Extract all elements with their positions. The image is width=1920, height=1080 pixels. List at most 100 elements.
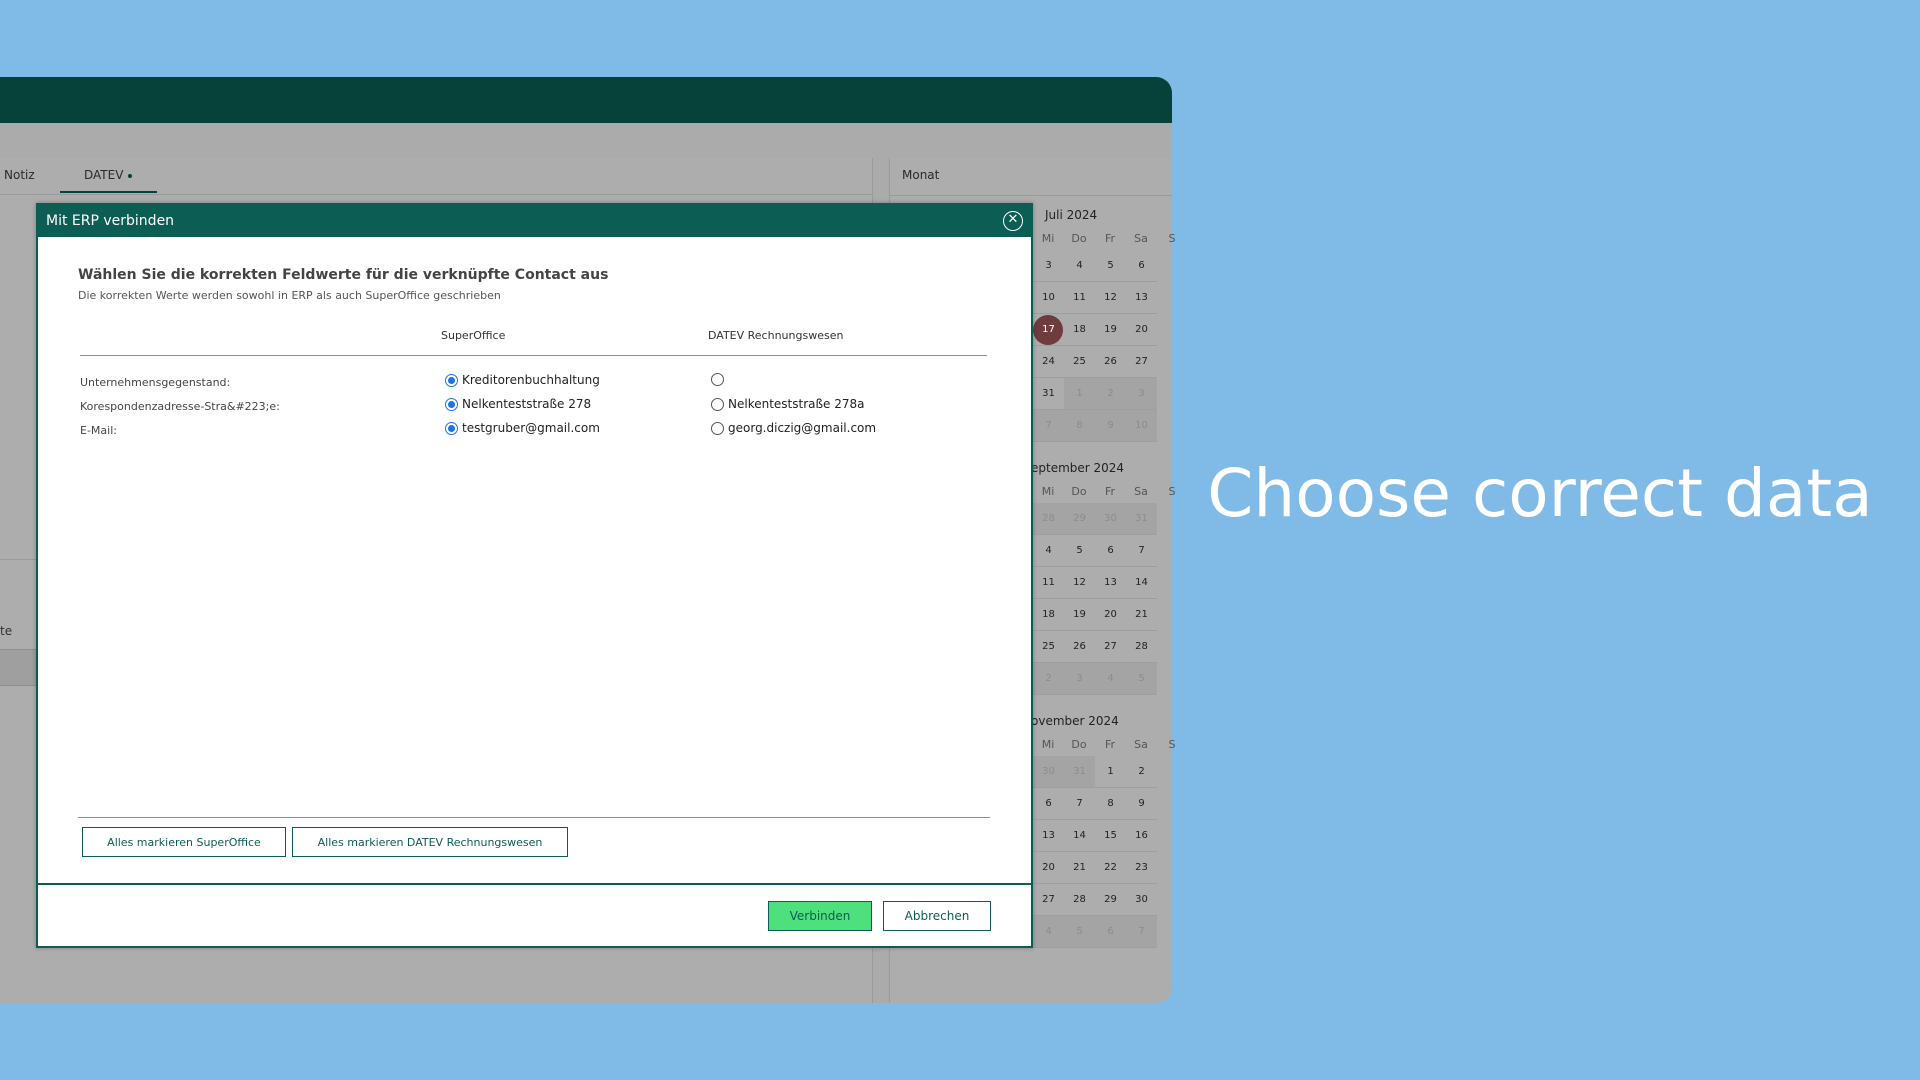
calendar-day[interactable]: 5 — [1126, 663, 1157, 695]
calendar-day[interactable]: 13 — [1033, 820, 1064, 852]
calendar-day[interactable]: 8 — [1064, 410, 1095, 442]
calendar-day[interactable]: 3 — [1033, 250, 1064, 282]
calendar-day[interactable]: 4 — [1033, 916, 1064, 948]
calendar-day[interactable]: 3 — [1064, 663, 1095, 695]
radio-selected-icon[interactable] — [445, 421, 458, 435]
list-row[interactable] — [0, 649, 40, 686]
calendar-day[interactable]: 20 — [1126, 314, 1157, 346]
calendar-day[interactable]: 25 — [1064, 346, 1095, 378]
cancel-button[interactable]: Abbrechen — [883, 901, 991, 931]
calendar-day[interactable]: 6 — [1095, 916, 1126, 948]
calendar-day[interactable]: 7 — [1126, 916, 1157, 948]
close-icon[interactable]: ✕ — [1003, 211, 1023, 231]
calendar-day[interactable]: 14 — [1126, 567, 1157, 599]
option-superoffice-strasse[interactable]: Nelkenteststraße 278 — [445, 397, 591, 411]
calendar-day[interactable]: 9 — [1095, 410, 1126, 442]
calendar-day[interactable]: 2 — [1126, 756, 1157, 788]
option-datev-strasse[interactable]: Nelkenteststraße 278a — [711, 397, 865, 411]
radio-icon[interactable] — [711, 421, 724, 435]
calendar-day[interactable]: 7 — [1064, 788, 1095, 820]
calendar-day[interactable]: 25 — [1033, 631, 1064, 663]
calendar-day[interactable]: 26 — [1064, 631, 1095, 663]
tab-datev[interactable]: DATEV — [84, 168, 133, 182]
radio-icon[interactable] — [711, 397, 724, 411]
calendar-day[interactable]: 15 — [1095, 820, 1126, 852]
calendar-day[interactable]: 28 — [1126, 631, 1157, 663]
calendar-day[interactable]: 13 — [1126, 282, 1157, 314]
radio-selected-icon[interactable] — [445, 397, 458, 411]
calendar-day[interactable]: 21 — [1064, 852, 1095, 884]
calendar-day[interactable]: 11 — [1033, 567, 1064, 599]
calendar-day[interactable]: 29 — [1095, 884, 1126, 916]
calendar-day[interactable]: 17 — [1033, 314, 1064, 346]
radio-selected-icon[interactable] — [445, 373, 458, 387]
calendar-weekday: Fr — [1104, 485, 1116, 498]
mark-all-datev-button[interactable]: Alles markieren DATEV Rechnungswesen — [292, 827, 568, 857]
calendar-day[interactable]: 30 — [1033, 756, 1064, 788]
calendar-day[interactable]: 1 — [1095, 756, 1126, 788]
calendar-day[interactable]: 18 — [1033, 599, 1064, 631]
connect-button[interactable]: Verbinden — [768, 901, 872, 931]
calendar-day[interactable]: 8 — [1095, 788, 1126, 820]
mark-all-superoffice-button[interactable]: Alles markieren SuperOffice — [82, 827, 286, 857]
calendar-day[interactable]: 31 — [1033, 378, 1064, 410]
calendar-day[interactable]: 2 — [1033, 663, 1064, 695]
calendar-day[interactable]: 7 — [1033, 410, 1064, 442]
option-value: georg.diczig@gmail.com — [728, 421, 877, 435]
calendar-day[interactable]: 5 — [1064, 535, 1095, 567]
column-header-datev: DATEV Rechnungswesen — [708, 329, 844, 342]
calendar-day[interactable]: 26 — [1095, 346, 1126, 378]
calendar-day[interactable]: 12 — [1095, 282, 1126, 314]
calendar-day[interactable]: 6 — [1033, 788, 1064, 820]
calendar-day[interactable]: 19 — [1064, 599, 1095, 631]
calendar-day[interactable]: 9 — [1126, 788, 1157, 820]
calendar-day[interactable]: 20 — [1033, 852, 1064, 884]
calendar-day[interactable]: 14 — [1064, 820, 1095, 852]
radio-icon[interactable] — [711, 373, 724, 386]
dialog-footer-divider — [38, 883, 1031, 885]
calendar-day[interactable]: 16 — [1126, 820, 1157, 852]
option-value: Nelkenteststraße 278a — [728, 397, 865, 411]
calendar-day[interactable]: 6 — [1126, 250, 1157, 282]
calendar-day[interactable]: 4 — [1095, 663, 1126, 695]
calendar-day[interactable]: 27 — [1126, 346, 1157, 378]
calendar-day[interactable]: 6 — [1095, 535, 1126, 567]
calendar-day[interactable]: 27 — [1095, 631, 1126, 663]
calendar-day[interactable]: 27 — [1033, 884, 1064, 916]
calendar-day[interactable]: 3 — [1126, 378, 1157, 410]
calendar-day[interactable]: 28 — [1033, 503, 1064, 535]
calendar-view-label[interactable]: Monat — [902, 168, 939, 182]
option-datev-unternehmensgegenstand[interactable] — [711, 373, 728, 386]
calendar-weekday: Do — [1071, 232, 1087, 245]
calendar-day[interactable]: 30 — [1095, 503, 1126, 535]
calendar-day[interactable]: 11 — [1064, 282, 1095, 314]
calendar-day[interactable]: 7 — [1126, 535, 1157, 567]
calendar-day[interactable]: 20 — [1095, 599, 1126, 631]
calendar-day[interactable]: 18 — [1064, 314, 1095, 346]
calendar-day[interactable]: 13 — [1095, 567, 1126, 599]
calendar-day[interactable]: 10 — [1126, 410, 1157, 442]
calendar-day[interactable]: 4 — [1033, 535, 1064, 567]
option-datev-email[interactable]: georg.diczig@gmail.com — [711, 421, 876, 435]
tab-notiz[interactable]: Notiz — [4, 168, 35, 182]
calendar-day[interactable]: 29 — [1064, 503, 1095, 535]
calendar-day[interactable]: 31 — [1064, 756, 1095, 788]
calendar-day[interactable]: 1 — [1064, 378, 1095, 410]
calendar-day[interactable]: 22 — [1095, 852, 1126, 884]
calendar-day[interactable]: 21 — [1126, 599, 1157, 631]
calendar-day[interactable]: 31 — [1126, 503, 1157, 535]
calendar-day[interactable]: 19 — [1095, 314, 1126, 346]
calendar-day[interactable]: 5 — [1095, 250, 1126, 282]
calendar-day[interactable]: 5 — [1064, 916, 1095, 948]
calendar-day[interactable]: 23 — [1126, 852, 1157, 884]
calendar-day[interactable]: 30 — [1126, 884, 1157, 916]
calendar-day[interactable]: 12 — [1064, 567, 1095, 599]
calendar-day[interactable]: 24 — [1033, 346, 1064, 378]
calendar-weekday: Sa — [1134, 485, 1148, 498]
calendar-day[interactable]: 10 — [1033, 282, 1064, 314]
calendar-day[interactable]: 28 — [1064, 884, 1095, 916]
calendar-day[interactable]: 4 — [1064, 250, 1095, 282]
option-superoffice-unternehmensgegenstand[interactable]: Kreditorenbuchhaltung — [445, 373, 600, 387]
option-superoffice-email[interactable]: testgruber@gmail.com — [445, 421, 600, 435]
calendar-day[interactable]: 2 — [1095, 378, 1126, 410]
